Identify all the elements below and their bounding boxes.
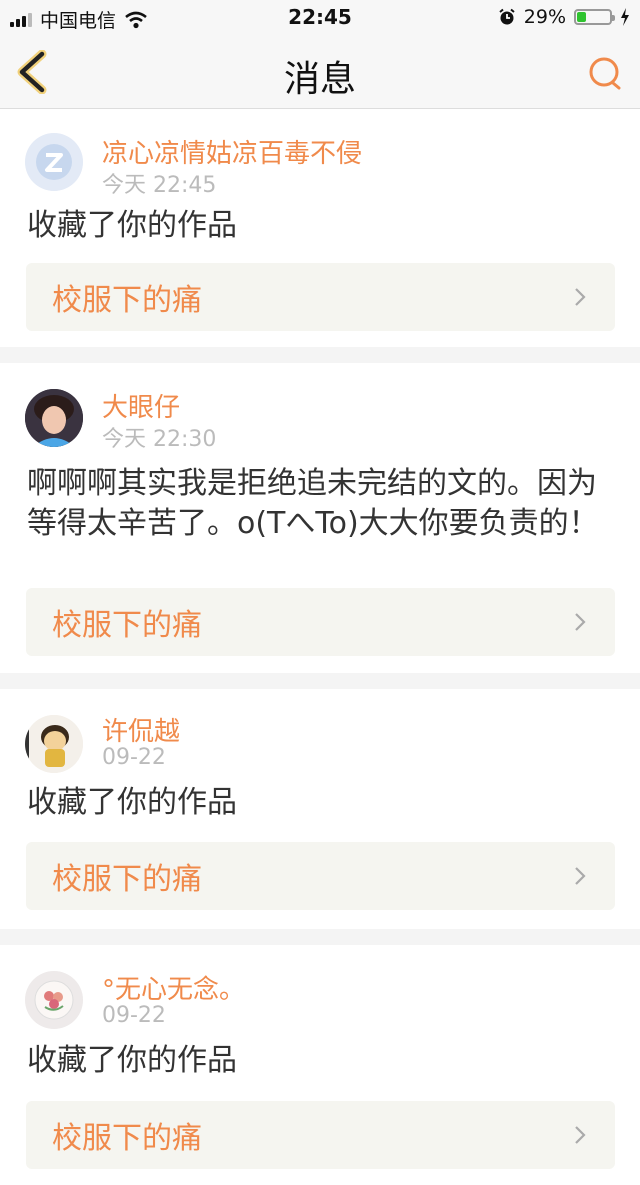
charging-bolt-icon [621, 8, 629, 26]
message-item: °无心无念。 09-22 收藏了你的作品 校服下的痛 [0, 945, 640, 1185]
work-card[interactable]: 校服下的痛 [26, 842, 615, 910]
user-name[interactable]: 大眼仔 [102, 387, 180, 424]
message-feed: 凉心凉情姑凉百毒不侵 今天 22:45 收藏了你的作品 校服下的痛 大眼仔 今天… [0, 109, 640, 1185]
user-name[interactable]: °无心无念。 [102, 969, 245, 1006]
chevron-right-icon [575, 613, 586, 631]
work-title: 校服下的痛 [52, 608, 202, 643]
message-time: 09-22 [102, 1003, 166, 1028]
section-divider [0, 929, 640, 945]
message-text: 收藏了你的作品 [27, 208, 237, 243]
chevron-right-icon [575, 288, 586, 306]
battery-percent: 29% [523, 6, 566, 28]
chevron-right-icon [575, 867, 586, 885]
message-item: 许侃越 09-22 收藏了你的作品 校服下的痛 [0, 689, 640, 929]
work-title: 校服下的痛 [52, 1121, 202, 1156]
section-divider [0, 673, 640, 689]
user-name[interactable]: 许侃越 [102, 711, 180, 748]
search-icon[interactable] [586, 54, 626, 94]
work-title: 校服下的痛 [52, 283, 202, 318]
battery-fill [577, 12, 586, 22]
user-name[interactable]: 凉心凉情姑凉百毒不侵 [102, 133, 362, 170]
work-card[interactable]: 校服下的痛 [26, 263, 615, 331]
alarm-icon [499, 8, 515, 25]
user-photo-avatar[interactable] [25, 389, 83, 447]
work-card[interactable]: 校服下的痛 [26, 588, 615, 656]
battery-icon [574, 9, 615, 25]
message-item: 凉心凉情姑凉百毒不侵 今天 22:45 收藏了你的作品 校服下的痛 [0, 109, 640, 347]
status-right: 29% [498, 6, 630, 28]
nav-bar: 消息 [0, 36, 640, 109]
message-text: 收藏了你的作品 [27, 785, 237, 820]
status-bar: 中国电信 22:45 29% [0, 0, 640, 36]
page-title: 消息 [283, 59, 356, 100]
default-avatar-icon[interactable] [25, 133, 83, 191]
work-card[interactable]: 校服下的痛 [26, 1101, 615, 1169]
message-text: 啊啊啊其实我是拒绝追未完结的文的。因为等得太辛苦了。o(TへTo)大大你要负责的… [27, 466, 599, 541]
message-text: 收藏了你的作品 [27, 1043, 237, 1078]
cartoon-avatar[interactable] [25, 715, 83, 773]
section-divider [0, 347, 640, 363]
message-item: 大眼仔 今天 22:30 啊啊啊其实我是拒绝追未完结的文的。因为等得太辛苦了。o… [0, 363, 640, 673]
chevron-right-icon [575, 1126, 586, 1144]
message-time: 09-22 [102, 745, 166, 770]
work-title: 校服下的痛 [52, 862, 202, 897]
message-time: 今天 22:30 [102, 427, 217, 452]
flower-avatar[interactable] [25, 971, 83, 1029]
message-time: 今天 22:45 [102, 173, 217, 198]
